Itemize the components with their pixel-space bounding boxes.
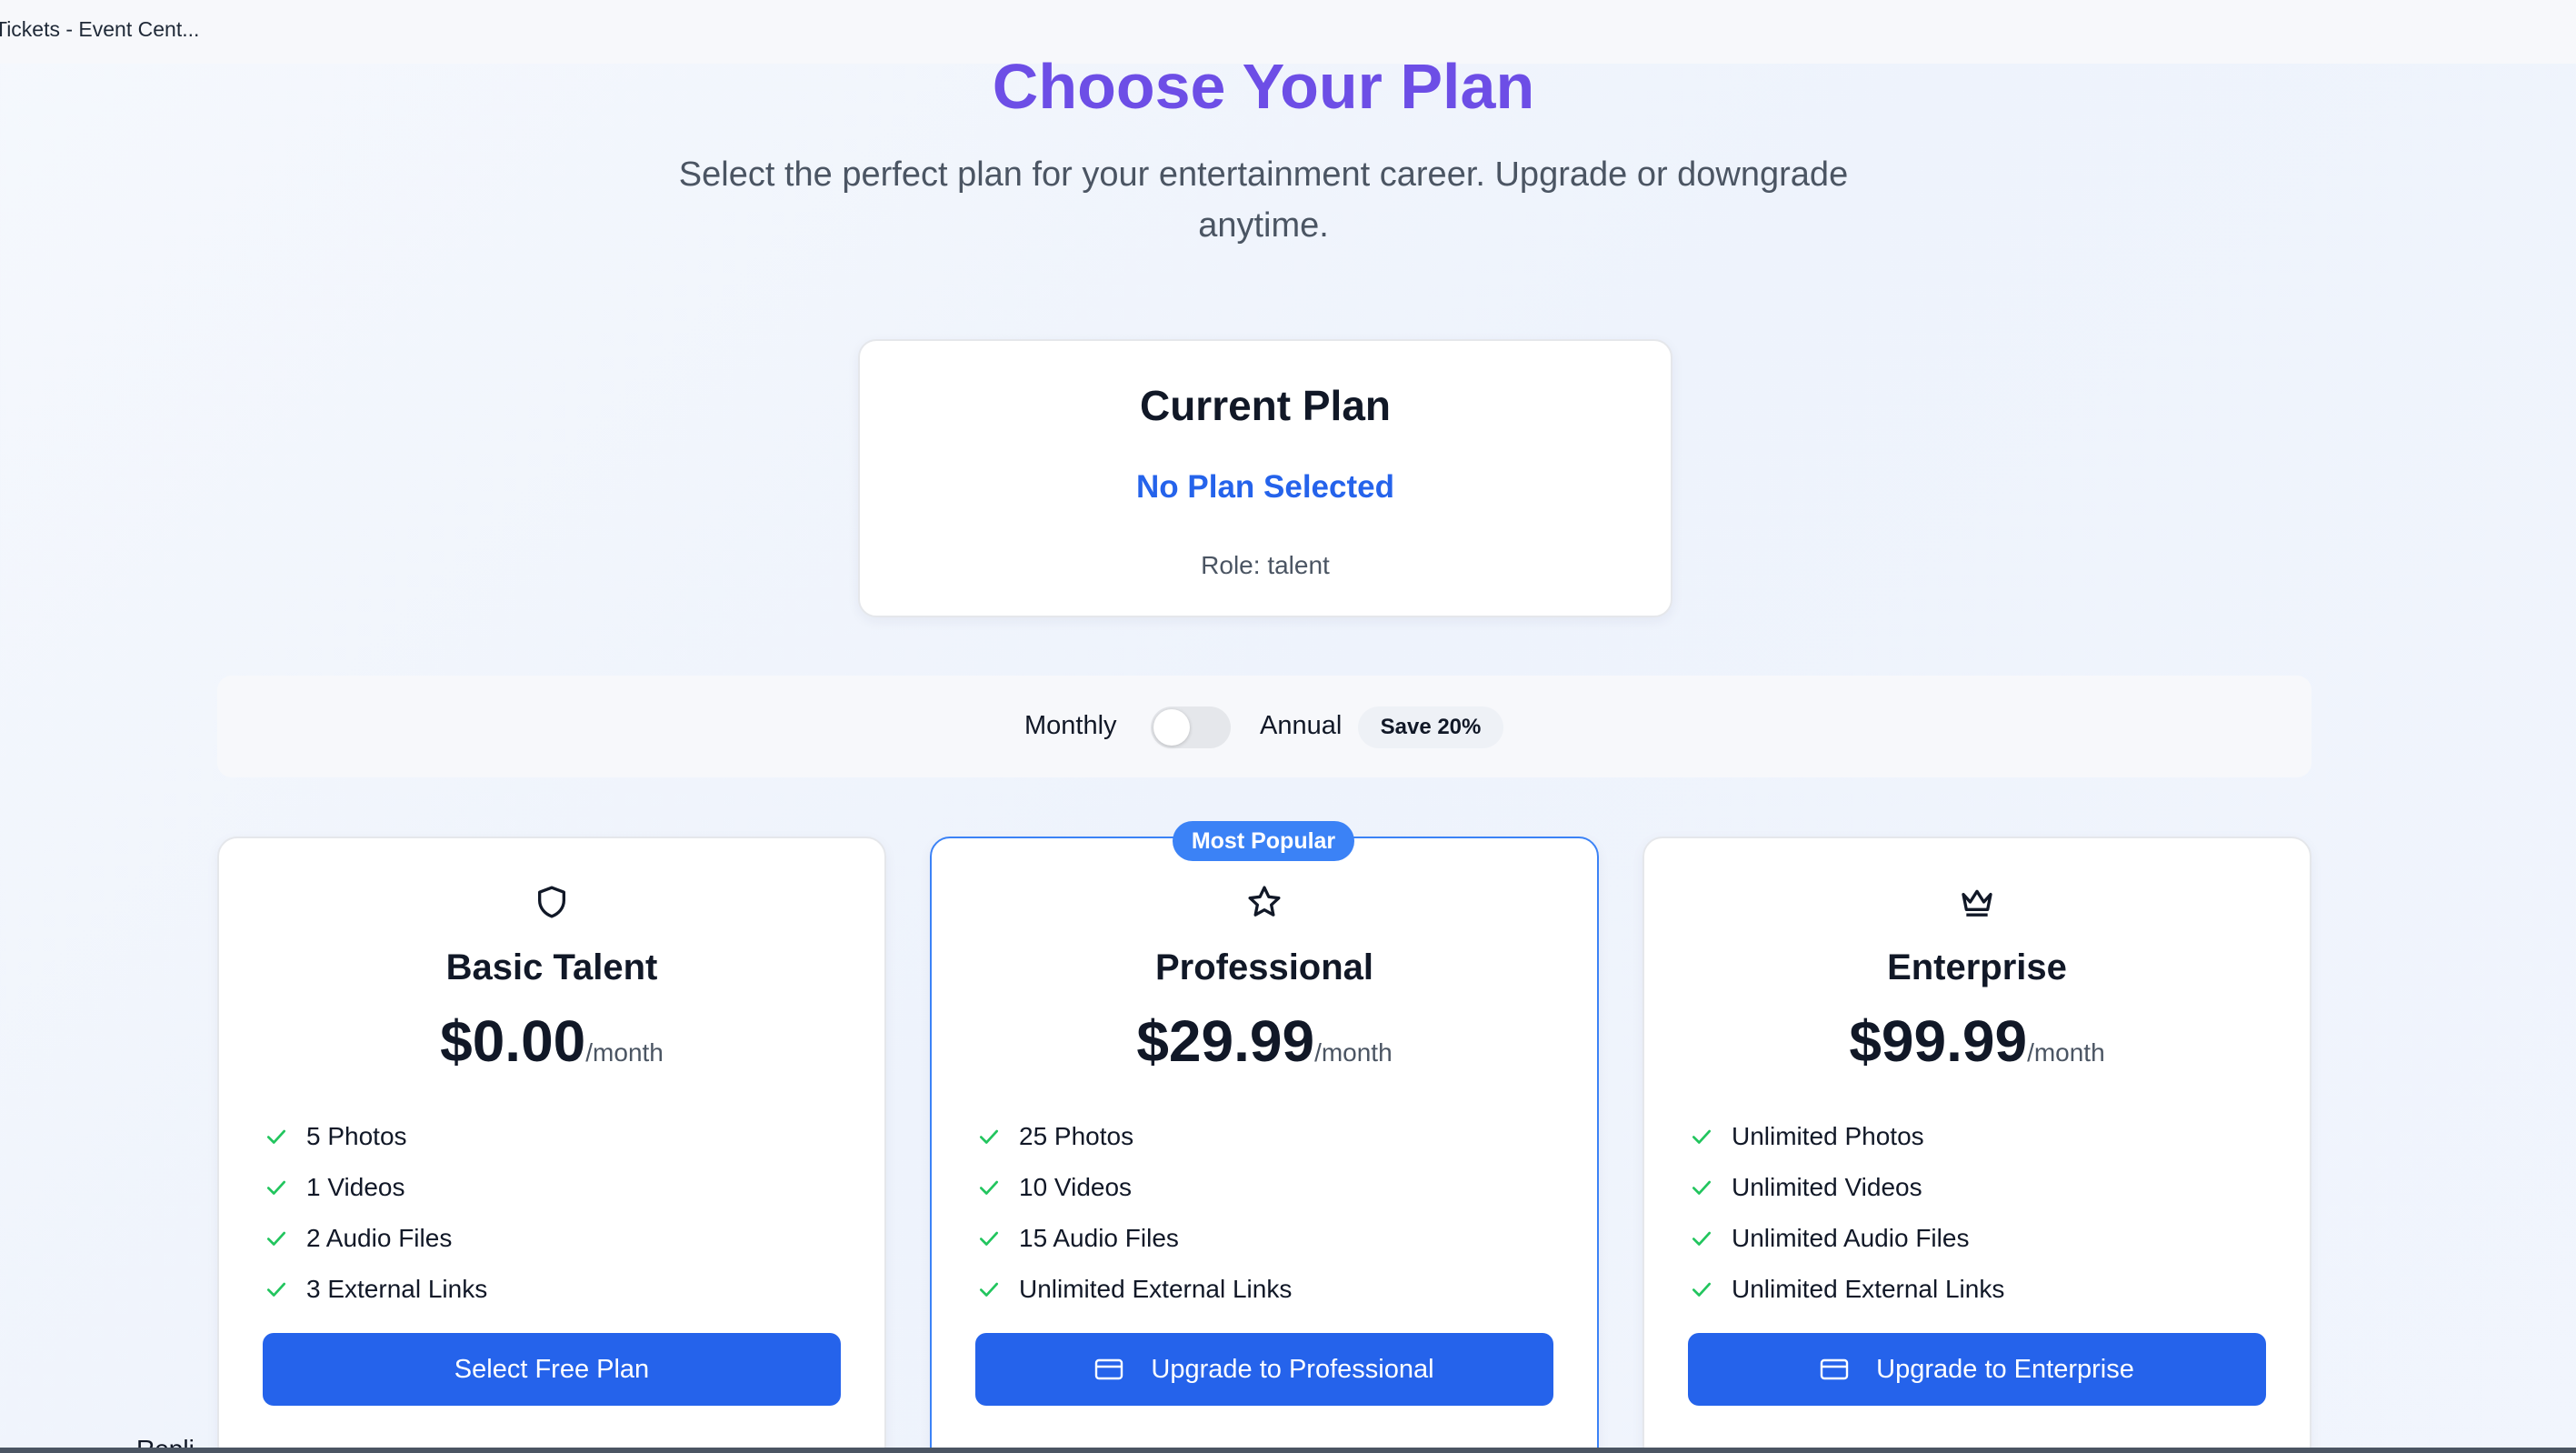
star-icon	[1248, 886, 1281, 917]
check-icon	[979, 1129, 999, 1144]
plan-card-enterprise: Enterprise $99.99/month Unlimited Photos…	[1642, 837, 2311, 1453]
feature-text: 3 External Links	[306, 1275, 488, 1303]
feature-text: Unlimited Audio Files	[1732, 1224, 1970, 1252]
check-icon	[979, 1231, 999, 1246]
billing-toggle-bar: Monthly Annual	[217, 676, 2311, 777]
bottom-edge-bar	[0, 1448, 2576, 1453]
most-popular-badge: Most Popular	[1173, 821, 1354, 861]
plan-card-professional: Professional $29.99/month 25 Photos 10 V…	[930, 837, 1599, 1453]
check-icon	[266, 1282, 286, 1297]
select-free-plan-button[interactable]: Select Free Plan	[263, 1333, 841, 1406]
check-icon	[1692, 1180, 1712, 1195]
plan-name: Enterprise	[1887, 947, 2067, 987]
toggle-knob	[1153, 709, 1190, 746]
credit-card-icon	[1820, 1358, 1849, 1380]
check-icon	[1692, 1282, 1712, 1297]
plan-price-row: $0.00/month	[219, 1007, 884, 1075]
feature-item: 1 Videos	[265, 1162, 487, 1213]
plan-price-row: $29.99/month	[932, 1007, 1597, 1075]
check-icon	[1692, 1231, 1712, 1246]
plan-price-row: $99.99/month	[1644, 1007, 2310, 1075]
feature-text: 15 Audio Files	[1019, 1224, 1179, 1252]
feature-item: Unlimited Photos	[1690, 1111, 2004, 1162]
plan-name: Professional	[1154, 947, 1374, 987]
current-plan-name: No Plan Selected	[1136, 469, 1394, 505]
check-icon	[979, 1282, 999, 1297]
feature-text: Unlimited Videos	[1732, 1173, 1922, 1201]
check-icon	[979, 1180, 999, 1195]
check-icon	[266, 1129, 286, 1144]
button-label: Select Free Plan	[454, 1354, 650, 1384]
billing-cycle-toggle[interactable]	[1151, 706, 1231, 748]
feature-item: 2 Audio Files	[265, 1213, 487, 1264]
feature-text: 5 Photos	[306, 1122, 407, 1150]
billing-annual-label[interactable]: Annual	[1260, 711, 1342, 741]
credit-card-icon	[1095, 1358, 1123, 1380]
check-icon	[1692, 1129, 1712, 1144]
feature-item: Unlimited External Links	[977, 1264, 1292, 1315]
billing-monthly-label[interactable]: Monthly	[1024, 711, 1117, 741]
feature-text: 1 Videos	[306, 1173, 405, 1201]
plan-period: /month	[2027, 1038, 2105, 1067]
feature-text: 25 Photos	[1019, 1122, 1134, 1150]
plan-price: $29.99	[1136, 1008, 1315, 1074]
shield-icon	[538, 886, 565, 918]
plan-features: 5 Photos 1 Videos 2 Audio Files 3 Extern…	[265, 1111, 487, 1315]
plan-price: $99.99	[1849, 1008, 2028, 1074]
feature-item: Unlimited Videos	[1690, 1162, 2004, 1213]
save-badge: Save 20%	[1358, 706, 1503, 748]
feature-item: Unlimited External Links	[1690, 1264, 2004, 1315]
feature-item: 3 External Links	[265, 1264, 487, 1315]
feature-item: 15 Audio Files	[977, 1213, 1292, 1264]
page-subtitle: Select the perfect plan for your enterta…	[678, 155, 1849, 245]
feature-item: 10 Videos	[977, 1162, 1292, 1213]
page-title: Choose Your Plan	[992, 51, 1535, 122]
feature-text: 2 Audio Files	[306, 1224, 453, 1252]
plan-period: /month	[1314, 1038, 1393, 1067]
feature-item: 5 Photos	[265, 1111, 487, 1162]
plan-name: Basic Talent	[445, 947, 658, 987]
check-icon	[266, 1180, 286, 1195]
crown-icon	[1962, 889, 1992, 917]
feature-text: Unlimited External Links	[1019, 1275, 1293, 1303]
plan-card-basic: Basic Talent $0.00/month 5 Photos 1 Vide…	[217, 837, 886, 1453]
button-label: Upgrade to Professional	[1151, 1354, 1434, 1384]
check-icon	[266, 1231, 286, 1246]
feature-item: Unlimited Audio Files	[1690, 1213, 2004, 1264]
feature-text: 10 Videos	[1019, 1173, 1133, 1201]
upgrade-to-enterprise-button[interactable]: Upgrade to Enterprise	[1688, 1333, 2266, 1406]
feature-item: 25 Photos	[977, 1111, 1292, 1162]
current-plan-heading: Current Plan	[1139, 382, 1392, 429]
feature-text: Unlimited Photos	[1732, 1122, 1924, 1150]
plan-period: /month	[585, 1038, 664, 1067]
plan-price: $0.00	[440, 1008, 586, 1074]
window-title: Tickets - Event Cent...	[0, 17, 200, 41]
plan-features: 25 Photos 10 Videos 15 Audio Files Unlim…	[977, 1111, 1292, 1315]
button-label: Upgrade to Enterprise	[1876, 1354, 2134, 1384]
current-plan-role: Role: talent	[1201, 551, 1330, 579]
plan-features: Unlimited Photos Unlimited Videos Unlimi…	[1690, 1111, 2004, 1315]
feature-text: Unlimited External Links	[1732, 1275, 2005, 1303]
current-plan-card: Current Plan No Plan Selected Role: tale…	[858, 339, 1672, 617]
upgrade-to-professional-button[interactable]: Upgrade to Professional	[975, 1333, 1553, 1406]
